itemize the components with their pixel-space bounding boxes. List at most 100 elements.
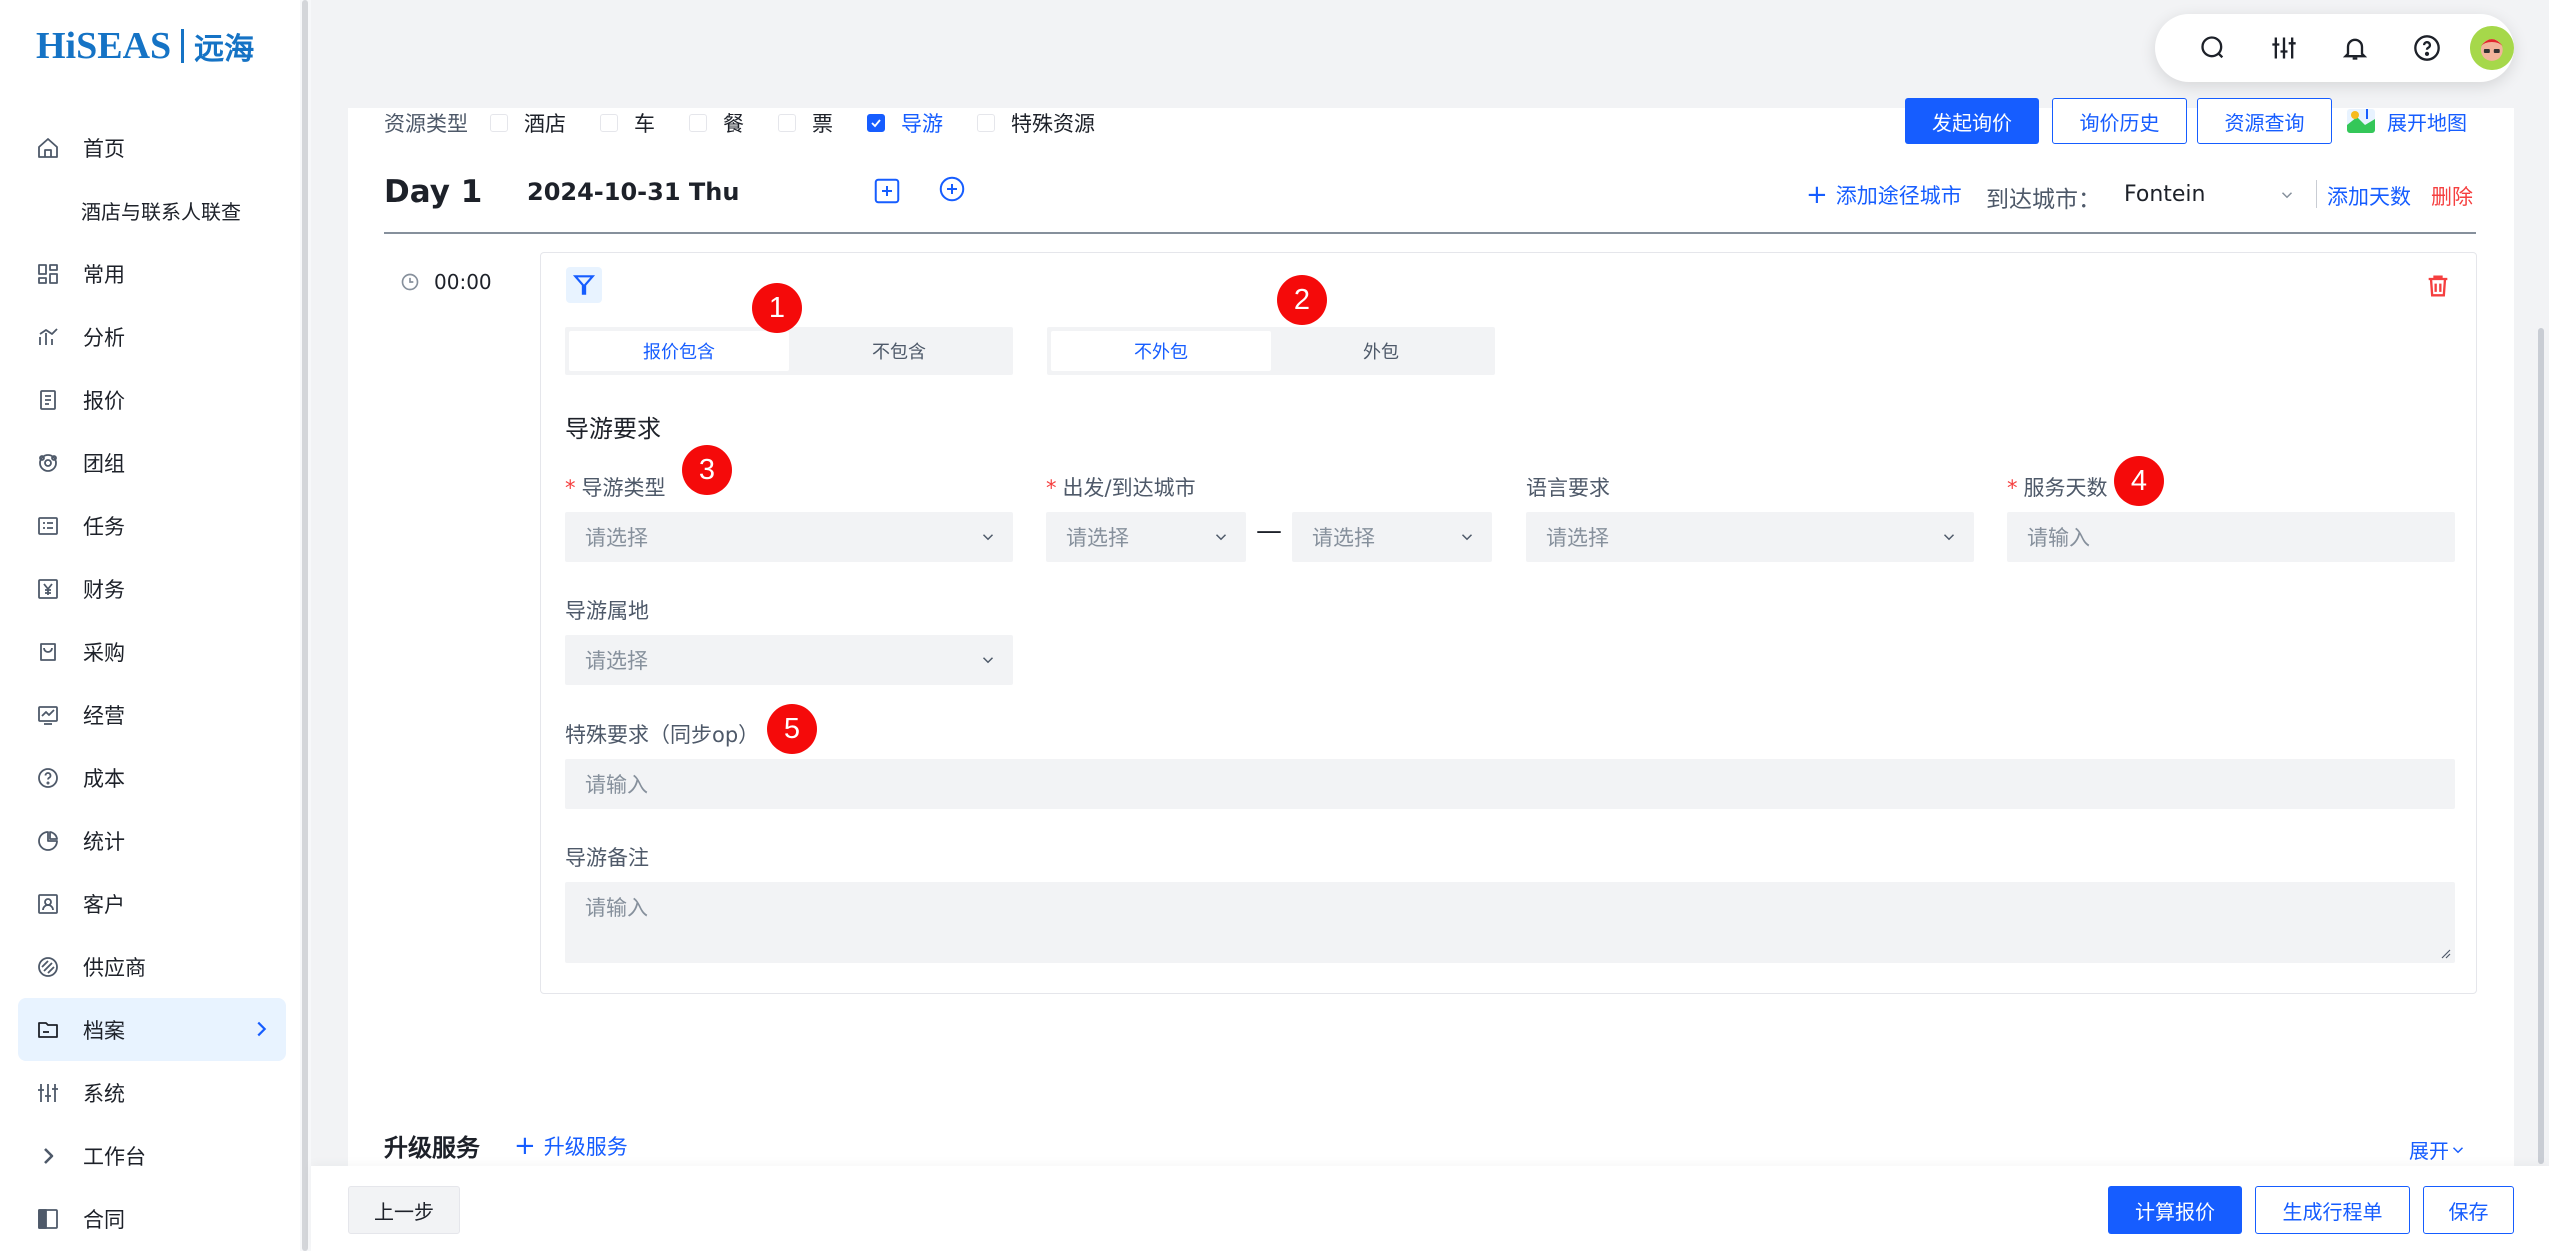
add-square-icon[interactable] (872, 176, 902, 206)
checkbox-icon[interactable] (689, 114, 707, 132)
resource-query-button[interactable]: 资源查询 (2197, 98, 2332, 144)
checkbox-icon[interactable] (778, 114, 796, 132)
sidebar-item-15[interactable]: 系统 (18, 1061, 286, 1124)
help-icon[interactable] (2391, 14, 2462, 82)
clock-icon (401, 273, 419, 291)
sidebar-item-16[interactable]: 工作台 (18, 1124, 286, 1187)
arrive-city-select[interactable]: Fontein (2106, 174, 2306, 214)
main-scrollbar-thumb[interactable] (2538, 328, 2544, 1164)
sliders-icon[interactable] (2248, 14, 2319, 82)
resource-type-checkbox-5[interactable]: 特殊资源 (977, 108, 1095, 138)
chevron-down-icon (2452, 1146, 2464, 1153)
inquiry-history-button[interactable]: 询价历史 (2052, 98, 2187, 144)
guide-remark-textarea[interactable]: 请输入 (565, 882, 2455, 963)
sidebar-item-4[interactable]: 报价 (18, 368, 286, 431)
generate-itinerary-button[interactable]: 生成行程单 (2255, 1186, 2410, 1234)
special-requirements-input[interactable]: 请输入 (565, 759, 2455, 809)
dashboard-icon (35, 261, 61, 287)
sidebar-item-6[interactable]: 任务 (18, 494, 286, 557)
group-icon (35, 450, 61, 476)
brand-logo[interactable]: HiSEAS 远海 (36, 22, 254, 70)
language-select[interactable]: 请选择 (1526, 512, 1974, 562)
outsource-option[interactable]: 外包 (1271, 331, 1491, 371)
sidebar-item-5[interactable]: 团组 (18, 431, 286, 494)
plus-icon: + (514, 1131, 536, 1161)
sidebar-item-10[interactable]: 成本 (18, 746, 286, 809)
page: HiSEAS 远海 首页 酒店与联系人联查 常用 分析 报价 团组任务财务 采购 经营 成本 统计… (0, 0, 2549, 1251)
language-placeholder: 请选择 (1546, 526, 1609, 550)
guide-type-placeholder: 请选择 (585, 526, 648, 550)
guide-resource-card: 报价包含 不包含 不外包 外包 1 2 导游要求 * 导游类型 3 * 出发/到达城… (540, 252, 2477, 994)
sidebar-item-0[interactable]: 首页 (18, 116, 286, 179)
sidebar-item-13[interactable]: 供应商 (18, 935, 286, 998)
flag-button[interactable] (566, 267, 602, 303)
expand-map-button[interactable]: 展开地图 (2345, 101, 2467, 141)
sidebar-scrollbar-thumb[interactable] (302, 0, 308, 1251)
add-days-link[interactable]: 添加天数 (2327, 181, 2411, 211)
sidebar-item-12[interactable]: 客户 (18, 872, 286, 935)
not-outsource-option[interactable]: 不外包 (1051, 331, 1271, 371)
sidebar: HiSEAS 远海 首页 酒店与联系人联查 常用 分析 报价 团组任务财务 采购 经营 成本 统计… (0, 0, 311, 1251)
contract-icon (35, 1206, 61, 1232)
departure-city-select[interactable]: 请选择 (1046, 512, 1246, 562)
resource-type-checkbox-1[interactable]: 车 (600, 108, 655, 138)
guide-type-select[interactable]: 请选择 (565, 512, 1013, 562)
search-icon[interactable] (2177, 14, 2248, 82)
service-days-input[interactable]: 请输入 (2007, 512, 2455, 562)
guide-origin-select[interactable]: 请选择 (565, 635, 1013, 685)
resource-type-checkbox-0[interactable]: 酒店 (490, 108, 566, 138)
start-inquiry-button[interactable]: 发起询价 (1905, 98, 2039, 144)
annotation-badge-3: 3 (682, 445, 732, 495)
quote-exclude-option[interactable]: 不包含 (789, 331, 1009, 371)
resize-handle-icon[interactable] (2439, 947, 2451, 959)
arrival-city-placeholder: 请选择 (1312, 526, 1375, 550)
home-icon (35, 135, 61, 161)
trash-icon[interactable] (2424, 271, 2452, 301)
sidebar-item-8[interactable]: 采购 (18, 620, 286, 683)
add-via-city-button[interactable]: + 添加途径城市 (1806, 180, 1962, 210)
bell-icon[interactable] (2320, 14, 2391, 82)
top-toolbar (2155, 14, 2514, 82)
resource-type-checkbox-2[interactable]: 餐 (689, 108, 744, 138)
checkbox-icon[interactable] (977, 114, 995, 132)
sidebar-item-11[interactable]: 统计 (18, 809, 286, 872)
customer-icon (35, 891, 61, 917)
chevron-down-icon (982, 534, 994, 541)
sidebar-item-1[interactable]: 酒店与联系人联查 (18, 179, 286, 242)
avatar[interactable] (2470, 26, 2514, 70)
sidebar-item-3[interactable]: 分析 (18, 305, 286, 368)
resource-type-checkbox-4[interactable]: 导游 (867, 108, 943, 138)
add-upgrade-service-button[interactable]: + 升级服务 (514, 1131, 628, 1161)
delete-day-link[interactable]: 删除 (2431, 181, 2473, 211)
map-icon (2347, 109, 2375, 133)
checkbox-icon[interactable] (600, 114, 618, 132)
resource-type-label: 导游 (901, 112, 943, 136)
sidebar-item-label: 任务 (83, 514, 125, 539)
sidebar-item-14[interactable]: 档案 (18, 998, 286, 1061)
sidebar-item-label: 系统 (83, 1081, 125, 1106)
quote-include-option[interactable]: 报价包含 (569, 331, 789, 371)
divider (2316, 180, 2317, 208)
checkbox-icon[interactable] (490, 114, 508, 132)
sidebar-item-9[interactable]: 经营 (18, 683, 286, 746)
sidebar-item-2[interactable]: 常用 (18, 242, 286, 305)
arrival-city-select[interactable]: 请选择 (1292, 512, 1492, 562)
sidebar-item-17[interactable]: 合同 (18, 1187, 286, 1250)
day-title: Day 1 (384, 174, 483, 210)
supplier-icon (35, 954, 61, 980)
resource-type-checkbox-3[interactable]: 票 (778, 108, 833, 138)
calculate-quote-button[interactable]: 计算报价 (2108, 1186, 2242, 1234)
logo-cn: 远海 (194, 33, 255, 66)
save-button[interactable]: 保存 (2423, 1186, 2514, 1234)
annotation-badge-2: 2 (1277, 275, 1327, 325)
add-circle-icon[interactable] (937, 174, 967, 204)
annotation-badge-4: 4 (2114, 456, 2164, 506)
quote-icon (35, 387, 61, 413)
sidebar-item-label: 合同 (83, 1207, 125, 1232)
sidebar-item-7[interactable]: 财务 (18, 557, 286, 620)
checkbox-checked-icon[interactable] (867, 114, 885, 132)
time-slot: 00:00 (400, 270, 492, 294)
previous-step-button[interactable]: 上一步 (348, 1186, 460, 1234)
resource-type-label: 票 (812, 112, 833, 136)
expand-upgrade-button[interactable]: 展开 (2409, 1135, 2467, 1164)
